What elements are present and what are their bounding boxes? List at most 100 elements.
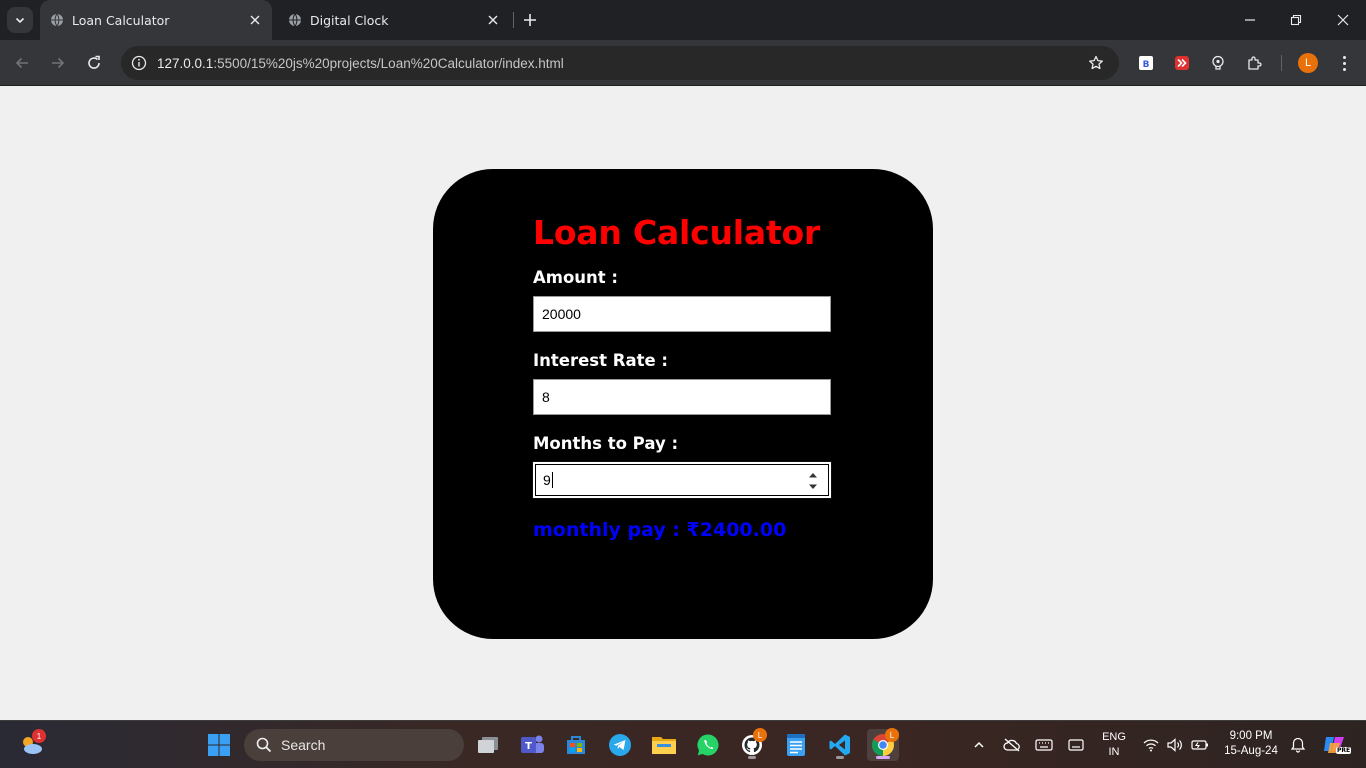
clock-time: 9:00 PM: [1229, 730, 1273, 742]
taskbar-search[interactable]: Search: [244, 729, 464, 761]
close-icon: [1337, 14, 1349, 26]
forward-button[interactable]: [44, 49, 72, 77]
copilot-badge: PRE: [1336, 747, 1352, 754]
github-desktop-app[interactable]: L: [736, 728, 768, 761]
keyboard-tray[interactable]: [1029, 729, 1059, 761]
months-input[interactable]: 9: [532, 461, 832, 499]
minimize-icon: [1245, 19, 1255, 21]
site-info-icon[interactable]: [123, 55, 155, 71]
reload-button[interactable]: [80, 49, 108, 77]
notepad-app[interactable]: [780, 729, 812, 761]
whatsapp-icon: [697, 734, 719, 756]
text-caret: [551, 472, 553, 488]
whatsapp-app[interactable]: [692, 729, 724, 761]
address-bar[interactable]: 127.0.0.1:5500/15%20js%20projects/Loan%2…: [121, 46, 1119, 80]
notifications-button[interactable]: [1286, 729, 1310, 761]
bookmark-star-icon[interactable]: [1079, 55, 1113, 71]
show-hidden-icons-button[interactable]: [964, 729, 994, 761]
windows-taskbar: 1 Search T L L ENG IN 9:00 PM 15-Aug-24 …: [0, 720, 1366, 768]
chevron-up-icon: [974, 741, 984, 748]
chevron-down-icon: [15, 17, 25, 24]
folder-icon: [652, 737, 676, 754]
onedrive-tray[interactable]: [997, 729, 1027, 761]
months-label: Months to Pay :: [533, 434, 679, 453]
tab-title: Loan Calculator: [72, 12, 170, 28]
search-placeholder: Search: [281, 737, 326, 753]
extensions-puzzle-icon[interactable]: [1243, 52, 1265, 74]
clock[interactable]: 9:00 PM 15-Aug-24: [1218, 729, 1284, 759]
microsoft-store-app[interactable]: [560, 729, 592, 761]
battery-icon: [1191, 740, 1208, 750]
keyboard-icon: [1035, 739, 1053, 751]
number-spinner[interactable]: [807, 472, 819, 490]
calculator-form: Loan Calculator Amount : 20000 Interest …: [532, 211, 833, 542]
interest-rate-value: 8: [542, 389, 550, 405]
plus-icon: [524, 14, 536, 26]
menu-kebab-icon[interactable]: [1334, 52, 1354, 74]
svg-text:B: B: [1143, 60, 1150, 70]
display-tray[interactable]: [1061, 729, 1091, 761]
windows-logo-icon: [208, 734, 230, 756]
restore-icon: [1290, 14, 1302, 26]
store-icon: [567, 736, 585, 754]
running-indicator: [836, 756, 844, 759]
bell-icon: [1290, 737, 1306, 753]
restore-button[interactable]: [1273, 0, 1319, 40]
minimize-button[interactable]: [1227, 0, 1273, 40]
wifi-icon: [1143, 739, 1159, 752]
clock-date: 15-Aug-24: [1224, 745, 1278, 757]
url-text: 127.0.0.1:5500/15%20js%20projects/Loan%2…: [157, 56, 1079, 71]
reload-icon: [88, 55, 100, 69]
chrome-badge: L: [885, 728, 899, 742]
back-button[interactable]: [8, 49, 36, 77]
amount-label: Amount :: [533, 268, 619, 287]
notepad-icon: [787, 734, 805, 756]
cloud-off-icon: [1003, 738, 1020, 752]
tab-loan-calculator[interactable]: Loan Calculator: [40, 0, 272, 40]
telegram-app[interactable]: [604, 729, 636, 761]
tab-digital-clock[interactable]: Digital Clock: [278, 0, 510, 40]
extension-video-icon[interactable]: [1171, 52, 1193, 74]
close-window-button[interactable]: [1320, 0, 1366, 40]
svg-text:T: T: [525, 741, 532, 752]
browser-toolbar: 127.0.0.1:5500/15%20js%20projects/Loan%2…: [0, 40, 1366, 86]
interest-rate-input[interactable]: 8: [533, 379, 831, 415]
url-host: 127.0.0.1: [157, 55, 214, 71]
extension-b-icon[interactable]: B: [1135, 52, 1157, 74]
file-explorer-app[interactable]: [648, 729, 680, 761]
running-indicator: [876, 756, 890, 759]
teams-icon: T: [521, 735, 544, 753]
region-code: IN: [1108, 746, 1120, 758]
language-indicator[interactable]: ENG IN: [1097, 730, 1131, 760]
running-indicator: [748, 756, 756, 759]
amount-value: 20000: [542, 306, 581, 322]
globe-icon: [49, 12, 65, 28]
task-view-icon: [478, 737, 498, 753]
volume-icon: [1167, 738, 1182, 752]
quick-settings[interactable]: [1139, 729, 1213, 761]
profile-avatar[interactable]: L: [1298, 53, 1318, 73]
task-view-button[interactable]: [472, 729, 504, 761]
spin-down-icon[interactable]: [808, 484, 818, 490]
extension-bulb-icon[interactable]: [1207, 52, 1229, 74]
new-tab-button[interactable]: [518, 8, 542, 32]
copilot-button[interactable]: PRE: [1318, 729, 1352, 761]
toolbar-separator: [1281, 55, 1282, 71]
spin-up-icon[interactable]: [808, 472, 818, 478]
chrome-app[interactable]: L: [867, 728, 899, 761]
close-tab-icon[interactable]: [482, 9, 504, 31]
arrow-left-icon: [15, 57, 28, 69]
url-path: :5500/15%20js%20projects/Loan%20Calculat…: [213, 55, 564, 71]
telegram-icon: [609, 734, 631, 756]
vscode-app[interactable]: [824, 729, 856, 761]
weather-widget[interactable]: 1: [16, 729, 48, 761]
close-tab-icon[interactable]: [244, 9, 266, 31]
language-code: ENG: [1102, 731, 1126, 743]
monthly-pay-result: monthly pay : ₹2400.00: [533, 519, 787, 541]
weather-badge: 1: [32, 729, 46, 743]
vscode-icon: [829, 734, 850, 756]
tab-search-button[interactable]: [7, 7, 33, 33]
teams-app[interactable]: T: [516, 729, 548, 761]
amount-input[interactable]: 20000: [533, 296, 831, 332]
start-button[interactable]: [203, 729, 235, 761]
